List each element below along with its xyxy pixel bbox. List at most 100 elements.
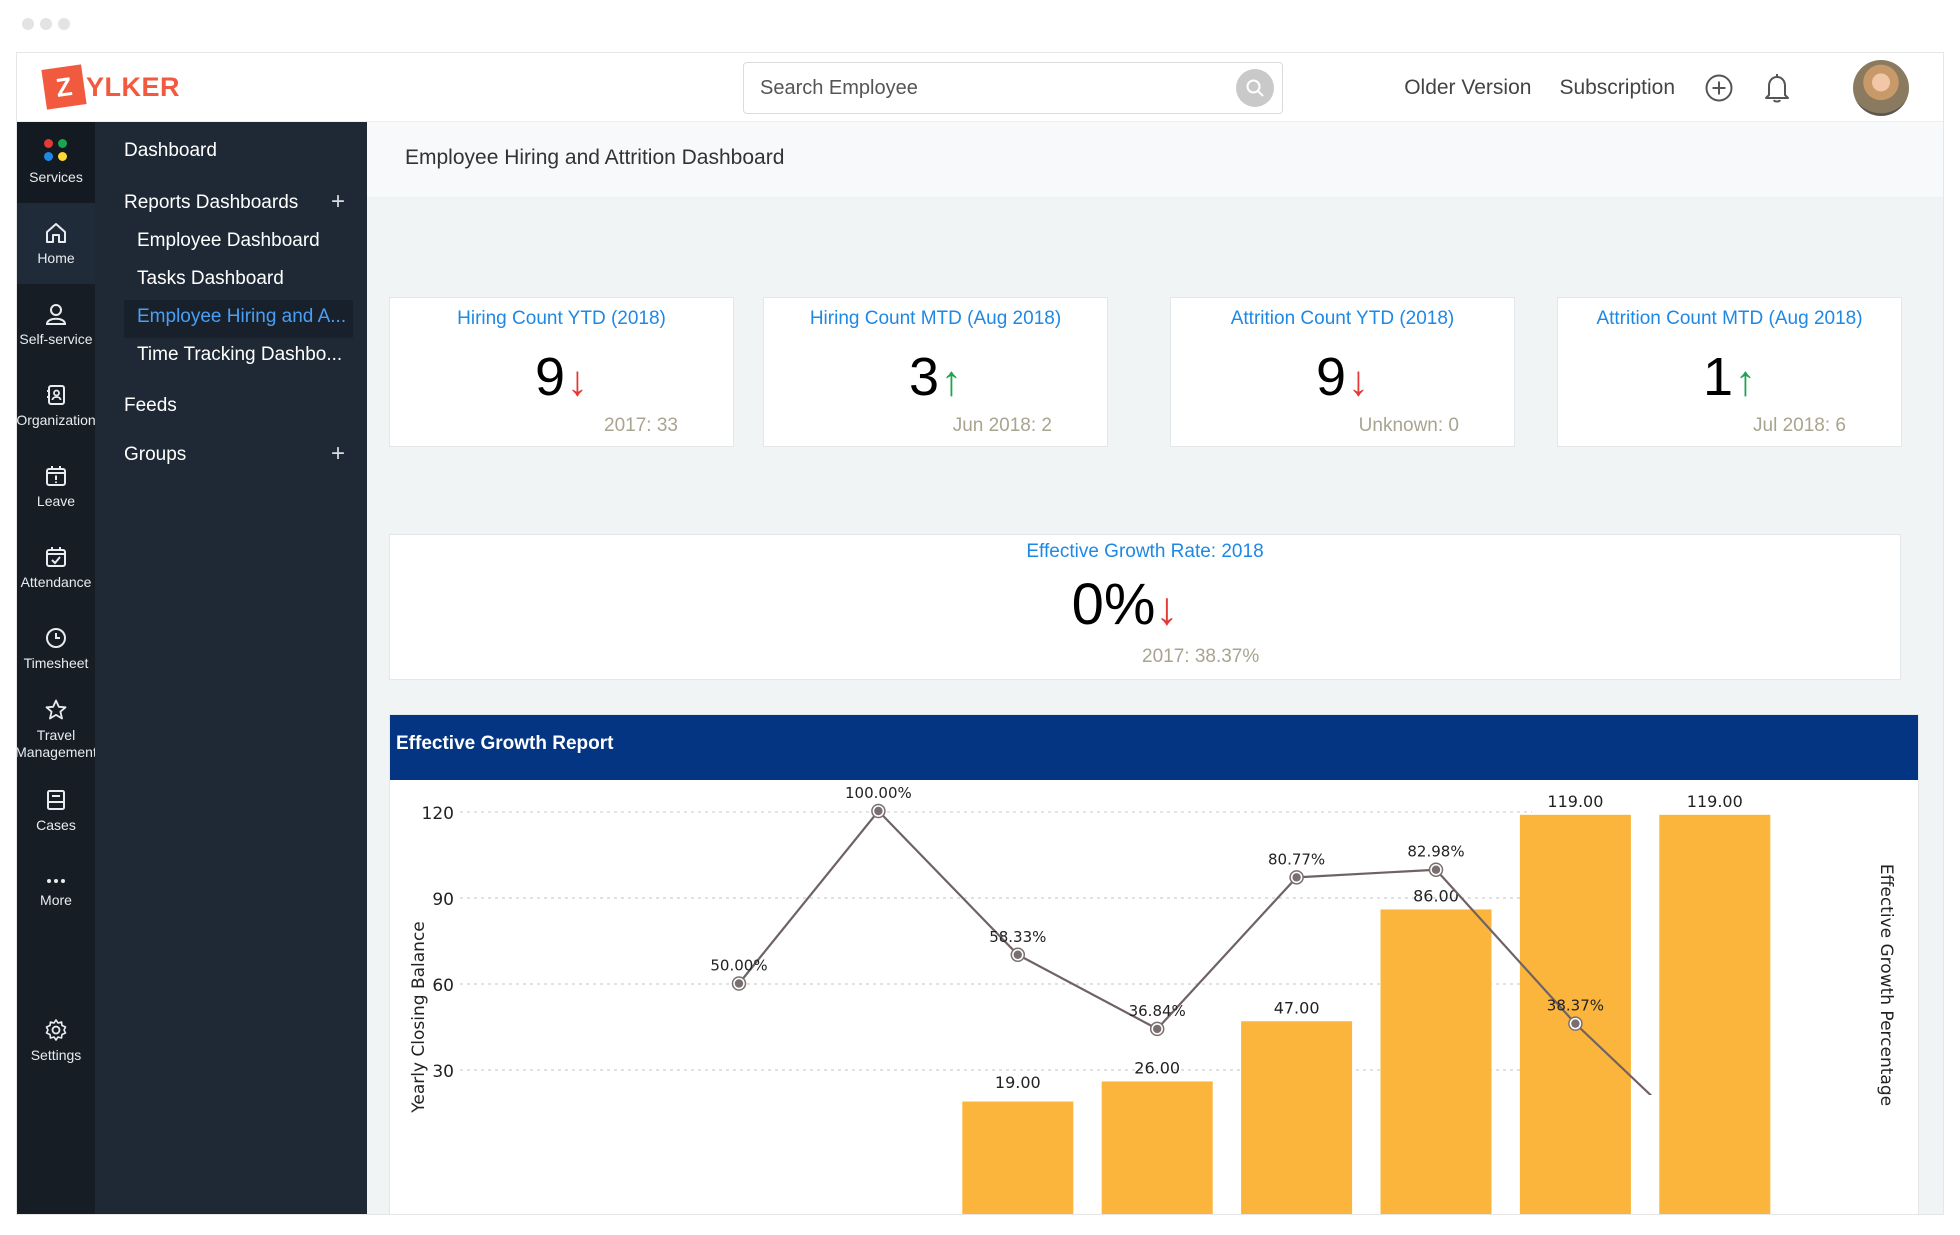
bell-icon <box>1765 73 1789 102</box>
avatar[interactable] <box>1853 59 1909 116</box>
kpi-title: Attrition Count YTD (2018) <box>1230 308 1455 329</box>
kpi-comparison: 2017: 33 <box>604 415 678 436</box>
kpi-value-wrap: 3↑ <box>764 346 1107 408</box>
line-point <box>1571 1019 1580 1028</box>
search-button[interactable] <box>1236 69 1274 107</box>
rail-item-settings[interactable]: Settings <box>17 1000 95 1081</box>
line-point <box>874 806 883 816</box>
sidebar-item-dashboard[interactable]: Dashboard <box>124 140 217 162</box>
calendar-check-icon <box>46 546 66 567</box>
growth-comparison: 2017: 38.37% <box>1142 646 1260 667</box>
kpi-value: 1 <box>1702 347 1734 407</box>
line-point-label: 50.00% <box>710 957 767 975</box>
trend-down-icon: ↓ <box>1348 357 1370 404</box>
rail-item-timesheet[interactable]: Timesheet <box>17 608 95 689</box>
home-icon <box>46 222 66 243</box>
line-point <box>1013 950 1022 959</box>
kpi-value: 9 <box>1315 347 1347 407</box>
trend-down-icon: ↓ <box>1155 582 1179 634</box>
growth-title: Effective Growth Rate: 2018 <box>1026 541 1264 562</box>
window-dot <box>40 18 52 30</box>
rail-item-label: Cases <box>36 816 76 833</box>
line-point-label: 38.37% <box>1547 997 1604 1015</box>
rail-item-organization[interactable]: Organization <box>17 365 95 446</box>
sidebar-item-reports-dashboards[interactable]: Reports Dashboards <box>124 192 298 214</box>
window-dot <box>58 18 70 30</box>
top-header: Z YLKER Older Version Subscription <box>17 53 1943 122</box>
trend-down-icon: ↓ <box>567 357 589 404</box>
inbox-icon <box>47 789 65 810</box>
logo-text: YLKER <box>86 71 181 102</box>
title-bar: Employee Hiring and Attrition Dashboard <box>367 122 1943 198</box>
kpi-card-attrition-ytd[interactable]: Attrition Count YTD (2018) 9↓ Unknown: 0 <box>1170 297 1515 447</box>
rail-item-label: More <box>40 891 72 908</box>
y-tick-label: 60 <box>432 976 454 996</box>
main-content: Employee Hiring and Attrition Dashboard … <box>367 122 1943 1214</box>
combo-chart: 30609012020%40%60%80%Yearly Closing Bala… <box>409 784 1896 1214</box>
rail-item-leave[interactable]: Leave <box>17 446 95 527</box>
window-dot <box>22 18 34 30</box>
line-point <box>1292 873 1301 882</box>
kpi-value: 9 <box>534 347 566 407</box>
kpi-value-wrap: 9↓ <box>1171 346 1514 408</box>
icon-rail: Services Home Self-service Organization … <box>17 122 95 1214</box>
rail-item-label: Organization <box>17 411 95 428</box>
growth-value: 0% <box>1071 572 1156 637</box>
rail-item-label: Timesheet <box>23 654 89 671</box>
kpi-comparison: Jun 2018: 2 <box>952 415 1052 436</box>
sidebar-panel: Dashboard Reports Dashboards + Employee … <box>95 122 367 1214</box>
kpi-card-hiring-mtd[interactable]: Hiring Count MTD (Aug 2018) 3↑ Jun 2018:… <box>763 297 1108 447</box>
bar-value-label: 26.00 <box>1134 1058 1180 1077</box>
rail-item-label: Leave <box>36 492 76 509</box>
add-report-dashboard-button[interactable]: + <box>331 188 345 216</box>
zylker-logo[interactable]: Z YLKER <box>41 64 181 110</box>
bar <box>962 1101 1074 1214</box>
rail-item-services[interactable]: Services <box>17 122 95 203</box>
star-icon <box>45 699 67 720</box>
line-point-label: 82.98% <box>1407 843 1464 861</box>
search-icon <box>1246 79 1264 97</box>
rail-item-self-service[interactable]: Self-service <box>17 284 95 365</box>
sidebar-item-time-tracking-dashboard[interactable]: Time Tracking Dashbo... <box>137 344 342 366</box>
kpi-card-attrition-mtd[interactable]: Attrition Count MTD (Aug 2018) 1↑ Jul 20… <box>1557 297 1902 447</box>
rail-item-label: Management <box>17 744 95 760</box>
rail-item-travel-management[interactable]: Travel Management <box>17 689 95 770</box>
sidebar-item-groups[interactable]: Groups <box>124 444 186 466</box>
add-group-button[interactable]: + <box>331 440 345 468</box>
y-tick-label: 120 <box>422 804 454 824</box>
more-icon <box>47 878 65 883</box>
effective-growth-report: Effective Growth Report 30609012020%40%6… <box>389 714 1919 1214</box>
notifications-button[interactable] <box>1761 72 1793 104</box>
sidebar-item-tasks-dashboard[interactable]: Tasks Dashboard <box>137 268 284 290</box>
line-point-label: 100.00% <box>845 784 912 802</box>
app-window: Z YLKER Older Version Subscription <box>16 52 1944 1215</box>
rail-item-more[interactable]: More <box>17 851 95 932</box>
search-input[interactable] <box>744 76 1236 100</box>
search-box <box>743 62 1283 114</box>
sidebar-item-feeds[interactable]: Feeds <box>124 395 177 417</box>
bar-value-label: 19.00 <box>995 1073 1041 1092</box>
subscription-link[interactable]: Subscription <box>1559 76 1675 100</box>
kpi-title: Hiring Count MTD (Aug 2018) <box>809 308 1062 329</box>
rail-item-cases[interactable]: Cases <box>17 770 95 851</box>
sidebar-item-employee-dashboard[interactable]: Employee Dashboard <box>137 230 320 252</box>
bar-value-label: 47.00 <box>1274 998 1320 1017</box>
y-tick-label: 90 <box>432 890 454 910</box>
add-button[interactable] <box>1703 72 1735 104</box>
kpi-title: Attrition Count MTD (Aug 2018) <box>1596 308 1863 329</box>
y-tick-label: 30 <box>432 1062 454 1082</box>
rail-item-home[interactable]: Home <box>17 203 95 284</box>
kpi-card-hiring-ytd[interactable]: Hiring Count YTD (2018) 9↓ 2017: 33 <box>389 297 734 447</box>
sidebar-item-employee-hiring-attrition[interactable]: Employee Hiring and A... <box>137 306 346 328</box>
line-point <box>1153 1024 1162 1034</box>
growth-rate-card[interactable]: Effective Growth Rate: 2018 0%↓ 2017: 38… <box>389 534 1901 680</box>
bar-value-label: 119.00 <box>1547 792 1603 811</box>
kpi-comparison: Unknown: 0 <box>1358 415 1459 436</box>
rail-item-label: Attendance <box>20 573 92 590</box>
trend-up-icon: ↑ <box>941 357 963 404</box>
older-version-link[interactable]: Older Version <box>1404 76 1531 100</box>
calendar-alert-icon <box>46 465 66 486</box>
rail-item-attendance[interactable]: Attendance <box>17 527 95 608</box>
contact-book-icon <box>47 384 65 405</box>
rail-item-label: Travel <box>36 727 76 743</box>
